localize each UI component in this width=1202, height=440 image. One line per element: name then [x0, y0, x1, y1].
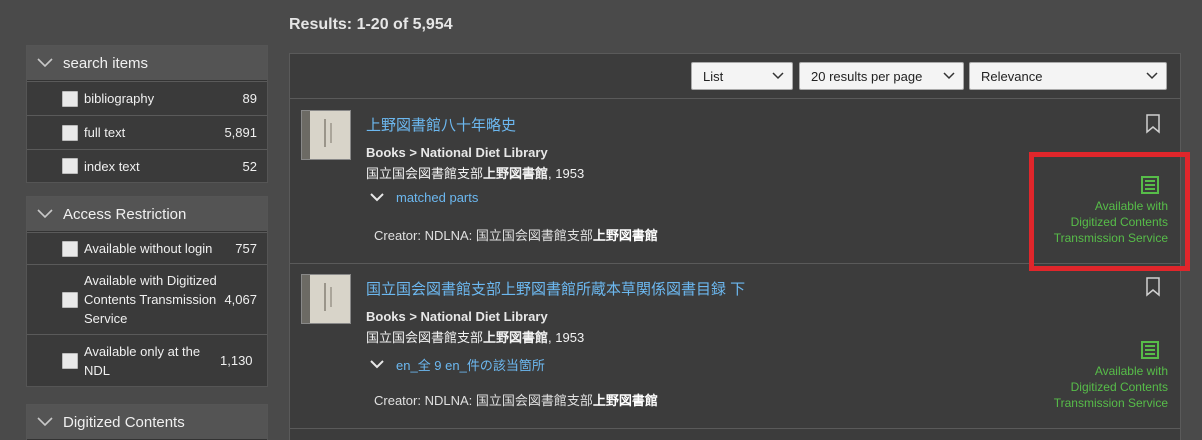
facet-title: Access Restriction [63, 205, 187, 223]
checkbox[interactable] [62, 90, 78, 107]
sort-select[interactable]: Relevance [969, 62, 1167, 90]
facet-option-label: Available with Digitized Contents Transm… [84, 273, 217, 326]
sort-value: Relevance [981, 68, 1043, 84]
per-page-value: 20 results per page [811, 68, 923, 84]
chevron-down-icon [37, 209, 53, 219]
checkbox[interactable] [62, 124, 78, 141]
result-item: 上野図書館八十年略史 Books > National Diet Library… [290, 99, 1180, 264]
matched-parts-toggle[interactable]: matched parts [370, 190, 478, 205]
result-title-link[interactable]: 上野図書館八十年略史 [366, 114, 516, 135]
availability-line: Available with [1094, 364, 1168, 378]
checkbox[interactable] [62, 291, 78, 308]
facet-option-label: bibliography [84, 91, 155, 106]
chevron-down-icon [370, 360, 384, 369]
chevron-down-icon [943, 72, 955, 80]
bookmark-icon[interactable] [1145, 114, 1161, 134]
availability-line: Digitized Contents [1070, 380, 1168, 394]
facet-option-label: Available only at the NDL [84, 343, 201, 378]
facet-title: search items [63, 54, 149, 72]
result-item: 国立国会図書館支部上野図書館所蔵本草関係図書目録 下 Books > Natio… [290, 264, 1180, 429]
view-mode-select[interactable]: List [691, 62, 793, 90]
facet-option-without-login[interactable]: Available without login 757 [27, 232, 267, 264]
results-count-heading: Results: 1-20 of 5,954 [289, 16, 453, 33]
facet-digitized-contents: Digitized Contents [26, 404, 268, 440]
matched-parts-label: matched parts [396, 190, 479, 205]
results-toolbar: List 20 results per page Relevance [290, 54, 1180, 99]
facet-option-index-text[interactable]: index text 52 [27, 149, 267, 182]
per-page-select[interactable]: 20 results per page [799, 62, 964, 90]
digitized-content-icon [1141, 341, 1159, 359]
facet-search-items: search items bibliography 89 full text 5… [26, 45, 268, 183]
facet-option-count: 1,130 [220, 353, 253, 368]
facet-header-access-restriction[interactable]: Access Restriction [27, 197, 267, 232]
checkbox[interactable] [62, 158, 78, 174]
facet-option-count: 52 [242, 158, 257, 174]
bookmark-icon[interactable] [1145, 277, 1161, 297]
result-material-type: Books > National Diet Library [366, 309, 548, 324]
result-thumbnail[interactable] [301, 110, 351, 160]
facet-option-label: index text [84, 158, 140, 174]
chevron-down-icon [37, 58, 53, 68]
facet-option-label: Available without login [84, 241, 213, 256]
chevron-down-icon [370, 193, 384, 202]
facet-option-count: 4,067 [224, 292, 257, 307]
chevron-down-icon [772, 72, 784, 80]
checkbox[interactable] [62, 352, 78, 369]
chevron-down-icon [37, 417, 53, 427]
view-mode-value: List [703, 68, 724, 84]
facet-title: Digitized Contents [63, 413, 185, 431]
matched-parts-label: en_全 9 en_件の該当箇所 [396, 358, 545, 373]
facet-header-search-items[interactable]: search items [27, 46, 267, 81]
digitized-content-icon [1141, 176, 1159, 194]
facet-access-restriction: Access Restriction Available without log… [26, 196, 268, 387]
result-publisher: 国立国会図書館支部上野図書館, 1953 [366, 166, 585, 181]
availability-line: Available with [1094, 199, 1168, 213]
result-thumbnail[interactable] [301, 274, 351, 324]
result-publisher: 国立国会図書館支部上野図書館, 1953 [366, 330, 585, 345]
matched-parts-toggle[interactable]: en_全 9 en_件の該当箇所 [370, 355, 545, 374]
result-creator: Creator: NDLNA: 国立国会図書館支部上野図書館 [374, 228, 658, 243]
facet-option-only-at-ndl[interactable]: Available only at the NDL 1,130 [27, 334, 267, 386]
availability-line: Transmission Service [1053, 231, 1168, 245]
facet-option-digitized-transmission[interactable]: Available with Digitized Contents Transm… [27, 264, 267, 334]
result-creator: Creator: NDLNA: 国立国会図書館支部上野図書館 [374, 393, 658, 408]
facet-option-count: 757 [235, 241, 257, 256]
result-title-link[interactable]: 国立国会図書館支部上野図書館所蔵本草関係図書目録 下 [366, 278, 745, 299]
facet-option-full-text[interactable]: full text 5,891 [27, 115, 267, 149]
facet-header-digitized-contents[interactable]: Digitized Contents [27, 405, 267, 440]
facet-option-count: 89 [242, 91, 257, 106]
facet-option-bibliography[interactable]: bibliography 89 [27, 81, 267, 115]
availability-line: Digitized Contents [1070, 215, 1168, 229]
result-material-type: Books > National Diet Library [366, 145, 548, 160]
chevron-down-icon [1146, 72, 1158, 80]
availability-badge: Available with Digitized Contents Transm… [998, 341, 1168, 411]
checkbox[interactable] [62, 240, 78, 257]
facet-option-count: 5,891 [224, 125, 257, 140]
results-panel: List 20 results per page Relevance 上野図書館… [289, 53, 1181, 440]
availability-badge: Available with Digitized Contents Transm… [998, 176, 1168, 246]
facet-option-label: full text [84, 125, 126, 140]
availability-line: Transmission Service [1053, 396, 1168, 410]
